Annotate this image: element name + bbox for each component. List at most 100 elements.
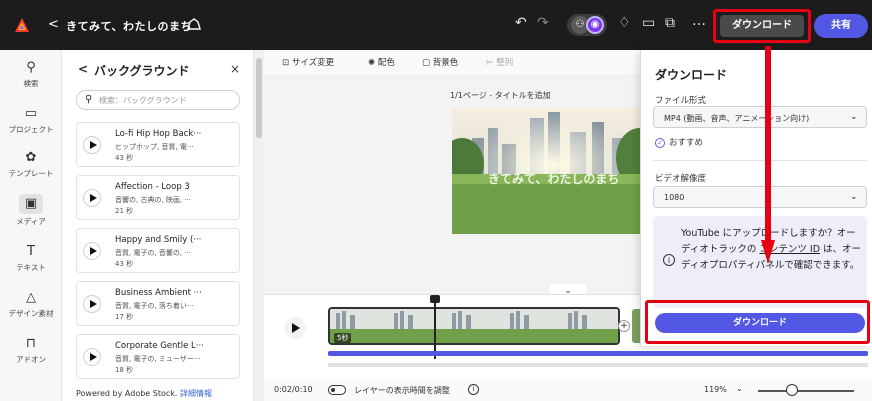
check-circle-icon: ✓	[655, 138, 665, 148]
play-icon[interactable]	[83, 242, 101, 260]
back-icon[interactable]: <	[48, 17, 59, 32]
comment-icon[interactable]: ▭	[642, 15, 655, 31]
search-icon: ⚲	[85, 94, 93, 105]
left-rail: ⚲ 検索 ▭ プロジェクト ✿ テンプレート ▣ メディア T テキスト △ デ…	[0, 50, 62, 401]
playhead[interactable]	[430, 295, 440, 359]
recommended-badge: ✓ おすすめ	[655, 136, 703, 148]
timeline-clip[interactable]: 5秒	[328, 307, 620, 345]
audio-track[interactable]	[328, 351, 868, 356]
close-icon[interactable]: ×	[230, 62, 240, 76]
zoom-level[interactable]: 119%	[704, 385, 727, 394]
lightbulb-icon[interactable]: ♢	[618, 15, 631, 31]
track-name: Affection - Loop 3	[115, 182, 190, 192]
zoom-slider[interactable]	[758, 390, 854, 392]
track-duration: 43 秒	[115, 154, 134, 162]
time-readout: 0:02/0:10	[274, 385, 313, 394]
play-icon[interactable]	[83, 189, 101, 207]
scrollbar-thumb[interactable]	[256, 58, 262, 138]
undo-icon[interactable]: ↶	[515, 15, 527, 31]
background-audio-panel: < バックグラウンド × ⚲ 検索：バックグラウンド Lo-fi Hip Hop…	[62, 50, 254, 401]
search-input[interactable]: ⚲ 検索：バックグラウンド	[76, 90, 240, 110]
rail-item-projects[interactable]: ▭ プロジェクト	[0, 106, 62, 135]
project-title[interactable]: きてみて、わたしのまち	[66, 18, 192, 34]
zoom-slider-handle[interactable]	[785, 384, 798, 396]
add-clip-button[interactable]: +	[618, 320, 630, 332]
background-color-button[interactable]: ▢ 背景色	[422, 56, 458, 68]
duplicate-icon[interactable]: ⧉	[665, 15, 675, 31]
play-icon[interactable]	[83, 348, 101, 366]
highlight-download-top	[713, 9, 811, 43]
info-icon: i	[663, 254, 675, 266]
cloud-icon[interactable]	[186, 17, 202, 31]
rail-label: アドオン	[16, 355, 46, 364]
info-icon[interactable]: i	[468, 384, 479, 395]
arrange-button[interactable]: ⊨ 整列	[486, 56, 513, 68]
track-tags: 音響の, 古典の, 映画, ···	[115, 196, 192, 204]
resolution-value: 1080	[664, 193, 685, 202]
rail-item-templates[interactable]: ✿ テンプレート	[0, 150, 62, 179]
color-label: 配色	[377, 58, 395, 68]
chevron-down-icon[interactable]: ⌄	[736, 384, 743, 393]
file-format-value: MP4 (動画、音声、アニメーション向け)	[664, 114, 810, 123]
highlight-download-popover	[645, 300, 870, 344]
rail-label: テキスト	[16, 263, 46, 272]
track-duration: 43 秒	[115, 260, 134, 268]
avatar: ◉	[586, 16, 604, 34]
rail-label: デザイン素材	[8, 309, 54, 318]
list-item[interactable]: Lo-fi Hip Hop Back··· ヒップホップ, 音質, 電··· 4…	[76, 122, 240, 167]
panel-title: バックグラウンド	[94, 64, 190, 78]
popover-title: ダウンロード	[655, 68, 728, 82]
color-button[interactable]: ✺ 配色	[368, 56, 395, 68]
track-duration: 21 秒	[115, 207, 134, 215]
addon-icon: ⊓	[25, 336, 37, 351]
track-tags: 音質, 電子の, 落ち着い···	[115, 302, 194, 310]
palette-icon: ✺	[368, 58, 376, 68]
rail-item-design-elements[interactable]: △ デザイン素材	[0, 290, 62, 319]
collaborators-button[interactable]: ⚇ ◉	[567, 14, 607, 36]
rail-item-media[interactable]: ▣ メディア	[0, 194, 62, 227]
youtube-notice: i YouTube にアップロードしますか？オーディオトラックの コンテンツ I…	[653, 216, 867, 308]
resize-icon: ⊡	[282, 58, 290, 68]
track-name: Happy and Smily (···	[115, 235, 202, 245]
share-button[interactable]: 共有	[814, 14, 868, 38]
redo-icon[interactable]: ↷	[537, 15, 549, 31]
rail-item-search[interactable]: ⚲ 検索	[0, 60, 62, 89]
resize-button[interactable]: ⊡ サイズ変更	[282, 56, 334, 68]
play-icon[interactable]	[83, 295, 101, 313]
clip-thumbnails	[330, 309, 618, 343]
play-icon[interactable]	[284, 317, 306, 339]
rail-label: プロジェクト	[8, 125, 54, 134]
canvas-caption[interactable]: きてみて、わたしのまち	[488, 170, 619, 187]
rail-label: メディア	[16, 217, 46, 226]
adobe-express-logo-icon[interactable]	[14, 17, 30, 33]
text-icon: T	[27, 244, 35, 259]
track-tags: 音質, 電子の, 音響の, ···	[115, 249, 192, 257]
track-duration: 18 秒	[115, 366, 134, 374]
list-item[interactable]: Business Ambient ··· 音質, 電子の, 落ち着い··· 17…	[76, 281, 240, 326]
panel-scrollbar[interactable]	[254, 50, 264, 401]
list-item[interactable]: Happy and Smily (··· 音質, 電子の, 音響の, ··· 4…	[76, 228, 240, 273]
more-icon[interactable]: …	[692, 13, 706, 29]
media-icon: ▣	[19, 194, 43, 214]
track-name: Business Ambient ···	[115, 288, 202, 298]
timeline-scrollbar[interactable]	[328, 363, 868, 367]
page-label[interactable]: 1/1ページ - タイトルを追加	[450, 90, 551, 101]
resolution-label: ビデオ解像度	[655, 174, 707, 184]
timeline-footer: 0:02/0:10 レイヤーの表示時間を調整 i 119% ⌄	[264, 380, 872, 401]
powered-by-text: Powered by Adobe Stock.	[76, 389, 178, 398]
rail-item-addons[interactable]: ⊓ アドオン	[0, 336, 62, 365]
resize-label: サイズ変更	[291, 58, 335, 68]
learn-more-link[interactable]: 詳細情報	[180, 389, 212, 398]
resolution-select[interactable]: 1080 ⌄	[653, 186, 867, 208]
file-format-select[interactable]: MP4 (動画、音声、アニメーション向け) ⌄	[653, 106, 867, 128]
rail-label: 検索	[23, 79, 39, 88]
panel-back-icon[interactable]: <	[78, 62, 88, 76]
rail-item-text[interactable]: T テキスト	[0, 244, 62, 273]
layer-duration-label: レイヤーの表示時間を調整	[354, 386, 450, 395]
track-tags: 音質, 電子の, ミューザー···	[115, 355, 201, 363]
canvas-page[interactable]: きてみて、わたしのまち	[452, 108, 652, 234]
play-icon[interactable]	[83, 136, 101, 154]
layer-duration-toggle[interactable]	[328, 385, 346, 395]
list-item[interactable]: Affection - Loop 3 音響の, 古典の, 映画, ··· 21 …	[76, 175, 240, 220]
list-item[interactable]: Corporate Gentle L··· 音質, 電子の, ミューザー··· …	[76, 334, 240, 379]
